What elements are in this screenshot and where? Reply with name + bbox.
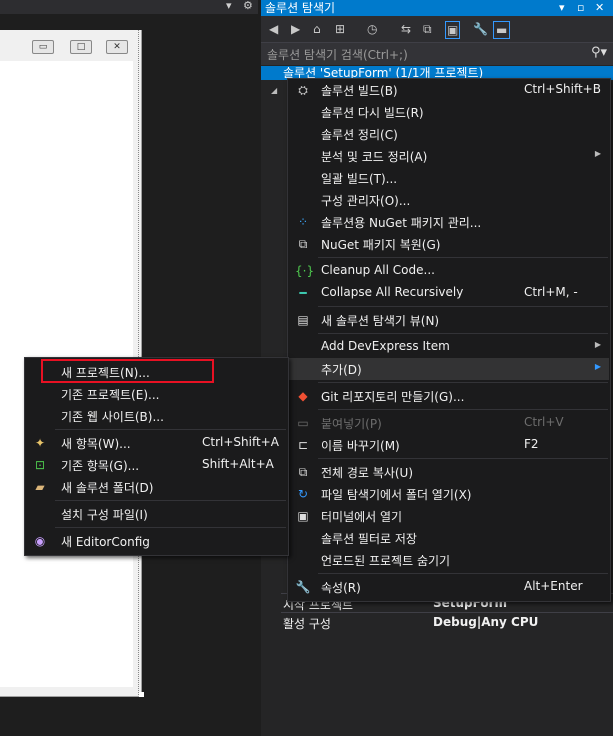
home-icon[interactable]: ⌂ <box>313 21 321 37</box>
menu-separator <box>55 500 286 501</box>
menu-item-new-solution-folder[interactable]: ▰ 새 솔루션 폴더(D) <box>26 476 287 498</box>
show-all-files-icon[interactable]: ▣ <box>445 21 461 39</box>
menu-item-hide-unloaded[interactable]: 언로드된 프로젝트 숨기기 <box>289 549 609 571</box>
nuget-icon: ⁘ <box>297 215 309 229</box>
menu-item-devexpress[interactable]: Add DevExpress Item ▶ <box>289 336 609 358</box>
restore-icon: ⧉ <box>298 237 308 251</box>
menu-item-collapse-all[interactable]: ━ Collapse All Recursively Ctrl+M, - <box>289 282 609 304</box>
history-icon[interactable]: ◷ <box>367 21 377 37</box>
search-icon[interactable]: ⚲▾ <box>591 45 607 60</box>
search-input[interactable]: 솔루션 탐색기 검색(Ctrl+;) <box>267 46 408 63</box>
menu-item-rename[interactable]: ⊏ 이름 바꾸기(M) F2 <box>289 434 609 456</box>
menu-item-new-item[interactable]: ✦ 새 항목(W)... Ctrl+Shift+A <box>26 432 287 454</box>
context-menu: ⛭ 솔루션 빌드(B) Ctrl+Shift+B 솔루션 다시 빌드(R) 솔루… <box>287 78 611 602</box>
solution-explorer-toolbar: ◀ ▶ ⌂ ⊞ ◷ ⇆ ⧉ ▣ 🔧 ▬ <box>261 16 613 42</box>
menu-item-clean-solution[interactable]: 솔루션 정리(C) <box>289 123 609 145</box>
wrench-icon: 🔧 <box>295 580 311 594</box>
menu-separator <box>55 429 286 430</box>
menu-item-existing-website[interactable]: 기존 웹 사이트(B)... <box>26 405 287 427</box>
paste-icon: ▭ <box>297 416 309 430</box>
menu-item-create-git-repo[interactable]: ◆ Git 리포지토리 만들기(G)... <box>289 385 609 407</box>
copy-icon: ⧉ <box>298 465 308 479</box>
build-icon: ⛭ <box>298 83 308 97</box>
sync-icon[interactable]: ⇆ <box>401 21 411 37</box>
forward-icon[interactable]: ▶ <box>291 21 300 37</box>
menu-item-open-in-terminal[interactable]: ▣ 터미널에서 열기 <box>289 505 609 527</box>
menu-separator <box>318 257 608 258</box>
menu-item-copy-full-path[interactable]: ⧉ 전체 경로 복사(U) <box>289 461 609 483</box>
designer-form-titlebar: ▭ □ ✕ <box>0 30 141 60</box>
chevron-right-icon: ▶ <box>594 149 601 158</box>
rename-icon: ⊏ <box>297 438 309 452</box>
menu-item-setup-config[interactable]: 설치 구성 파일(I) <box>26 503 287 525</box>
menu-item-restore-nuget[interactable]: ⧉ NuGet 패키지 복원(G) <box>289 233 609 255</box>
menu-item-add[interactable]: 추가(D) ▶ <box>289 358 609 380</box>
menu-item-paste[interactable]: ▭ 붙여넣기(P) Ctrl+V <box>289 412 609 434</box>
menu-separator <box>318 573 608 574</box>
highlight-annotation <box>41 359 214 383</box>
chevron-right-icon: ▶ <box>594 340 601 349</box>
add-submenu: 새 프로젝트(N)... 기존 프로젝트(E)... 기존 웹 사이트(B)..… <box>24 357 289 556</box>
expand-arrow-icon[interactable]: ◢ <box>271 86 277 95</box>
chevron-right-icon: ▶ <box>594 362 601 371</box>
minimize-icon: ▭ <box>32 40 54 54</box>
cleanup-icon: {·} <box>295 264 315 278</box>
menu-item-manage-nuget[interactable]: ⁘ 솔루션용 NuGet 패키지 관리... <box>289 211 609 233</box>
new-item-icon: ✦ <box>34 436 46 450</box>
wrench-icon[interactable]: 🔧 <box>473 21 488 37</box>
menu-item-batch-build[interactable]: 일괄 빌드(T)... <box>289 167 609 189</box>
collapse-icon: ━ <box>299 286 307 300</box>
menu-item-new-explorer-view[interactable]: ▤ 새 솔루션 탐색기 뷰(N) <box>289 309 609 331</box>
menu-item-build-solution[interactable]: ⛭ 솔루션 빌드(B) Ctrl+Shift+B <box>289 79 609 101</box>
pin-icon[interactable]: ▫ <box>577 0 584 16</box>
close-icon[interactable]: ✕ <box>595 0 604 16</box>
menu-separator <box>55 527 286 528</box>
menu-item-save-as-filter[interactable]: 솔루션 필터로 저장 <box>289 527 609 549</box>
open-folder-icon: ↻ <box>297 487 309 501</box>
menu-item-existing-item[interactable]: ⊡ 기존 항목(G)... Shift+Alt+A <box>26 454 287 476</box>
terminal-icon: ▣ <box>297 509 309 523</box>
git-icon: ◆ <box>298 389 308 403</box>
menu-item-existing-project[interactable]: 기존 프로젝트(E)... <box>26 383 287 405</box>
editor-tab-bar: ▾ ⚙ <box>0 0 258 14</box>
close-icon: ✕ <box>106 40 128 54</box>
menu-item-new-editorconfig[interactable]: ◉ 새 EditorConfig <box>26 530 287 552</box>
existing-item-icon: ⊡ <box>34 458 46 472</box>
menu-separator <box>318 409 608 410</box>
property-row[interactable]: 활성 구성 Debug|Any CPU <box>281 612 613 633</box>
resize-handle[interactable] <box>139 692 144 697</box>
gear-icon[interactable]: ⚙ <box>243 0 253 12</box>
preview-icon[interactable]: ▬ <box>493 21 511 39</box>
panel-title: 솔루션 탐색기 <box>265 1 336 15</box>
menu-separator <box>318 382 608 383</box>
property-key: 활성 구성 <box>283 617 331 631</box>
solution-explorer-search[interactable]: 솔루션 탐색기 검색(Ctrl+;) ⚲▾ <box>261 42 613 65</box>
menu-separator <box>318 306 608 307</box>
maximize-icon: □ <box>70 40 92 54</box>
solution-explorer-titlebar: 솔루션 탐색기 ▾ ▫ ✕ <box>261 0 613 16</box>
menu-item-analyze[interactable]: 분석 및 코드 정리(A) ▶ <box>289 145 609 167</box>
menu-item-cleanup-code[interactable]: {·} Cleanup All Code... <box>289 260 609 282</box>
back-icon[interactable]: ◀ <box>269 21 278 37</box>
menu-item-properties[interactable]: 🔧 속성(R) Alt+Enter <box>289 576 609 598</box>
menu-separator <box>318 458 608 459</box>
menu-item-open-in-explorer[interactable]: ↻ 파일 탐색기에서 폴더 열기(X) <box>289 483 609 505</box>
new-folder-icon: ▰ <box>35 480 45 494</box>
dropdown-icon[interactable]: ▾ <box>559 0 565 16</box>
dropdown-icon[interactable]: ▾ <box>226 0 232 12</box>
switch-views-icon[interactable]: ⊞ <box>335 21 345 37</box>
new-view-icon: ▤ <box>297 313 309 327</box>
editorconfig-icon: ◉ <box>34 534 46 548</box>
menu-separator <box>318 333 608 334</box>
collapse-all-icon[interactable]: ⧉ <box>423 21 432 37</box>
menu-item-rebuild-solution[interactable]: 솔루션 다시 빌드(R) <box>289 101 609 123</box>
property-value: Debug|Any CPU <box>433 615 539 629</box>
menu-item-config-manager[interactable]: 구성 관리자(O)... <box>289 189 609 211</box>
